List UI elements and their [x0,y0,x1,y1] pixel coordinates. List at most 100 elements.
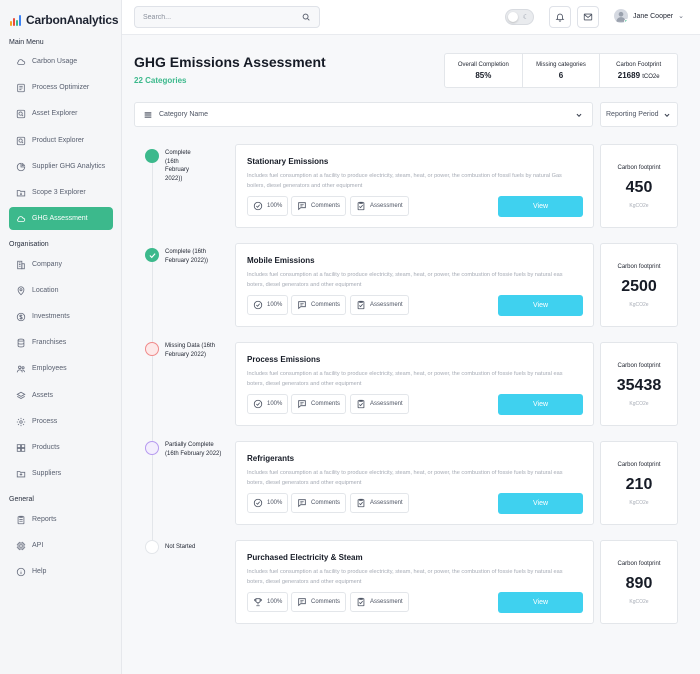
stat-label: Carbon Footprint [616,61,662,68]
status-dot-not-started [145,540,159,554]
search-icon[interactable] [301,12,311,22]
comments-label: Comments [311,401,341,407]
report-icon [17,515,25,524]
category-filter-label: Category Name [159,111,209,118]
category-status: Partially Complete (16th February 2022) [165,442,222,457]
completion-value: 100% [267,599,283,605]
sidebar-item-label: GHG Assessment [32,215,88,222]
completion-value: 100% [267,302,283,308]
location-pin-icon [17,285,25,295]
check-circle-icon [253,498,263,508]
sidebar-item-label: Product Explorer [32,137,85,144]
sidebar-item-label: Carbon Usage [32,58,78,65]
sidebar-item-label: Process Optimizer [32,84,90,91]
footprint-label: Carbon footprint [617,462,661,468]
bell-icon [555,13,565,22]
check-icon [148,252,156,258]
sidebar-item-location[interactable]: Location [9,279,113,302]
comments-button[interactable]: Comments [291,295,347,315]
sidebar-item-label: Location [32,287,59,294]
sidebar-item-ghg-assessment[interactable]: GHG Assessment [9,207,113,230]
comments-button[interactable]: Comments [291,592,347,612]
sidebar-item-employees[interactable]: Employees [9,357,113,380]
view-button[interactable]: View [498,394,583,415]
moon-icon: ☾ [522,14,529,21]
category-card: Purchased Electricity & Steam Includes f… [235,540,594,624]
theme-toggle[interactable]: ☾ [505,9,534,25]
sidebar-item-process[interactable]: Process [9,410,113,433]
sidebar-item-investments[interactable]: Investments [9,305,113,328]
info-icon [16,567,26,576]
clipboard-icon [357,498,365,508]
sidebar-item-asset-explorer[interactable]: Asset Explorer [9,102,113,125]
category-description: Includes fuel consumption at a facility … [247,371,563,387]
folder-icon [16,470,26,477]
category-card: Mobile Emissions Includes fuel consumpti… [235,243,594,327]
page-title: GHG Emissions Assessment [134,54,326,70]
assessment-button[interactable]: Assessment [350,592,409,612]
sidebar-item-product-explorer[interactable]: Product Explorer [9,129,113,152]
sidebar-item-api[interactable]: API [9,534,113,557]
footprint-label: Carbon footprint [617,363,661,369]
search-box[interactable] [134,6,320,28]
completion-value: 100% [267,500,283,506]
assessment-label: Assessment [370,203,403,209]
notifications-button[interactable] [549,6,571,28]
product-search-icon [16,136,26,145]
assessment-button[interactable]: Assessment [350,493,409,513]
process-icon [17,83,25,92]
messages-button[interactable] [577,6,599,28]
trophy-icon [254,598,262,607]
stat-overall-completion: Overall Completion 85% [445,54,523,87]
cloud-icon [17,58,26,65]
assessment-label: Assessment [370,500,403,506]
view-button[interactable]: View [498,295,583,316]
assessment-button[interactable]: Assessment [350,394,409,414]
category-filter[interactable]: Category Name [134,102,593,127]
dollar-circle-icon [16,312,26,321]
comment-icon [298,301,306,310]
sidebar-item-reports[interactable]: Reports [9,508,113,531]
users-icon [16,365,25,372]
category-card: Process Emissions Includes fuel consumpt… [235,342,594,426]
sidebar-item-supplier-ghg-analytics[interactable]: Supplier GHG Analytics [9,155,113,178]
comments-button[interactable]: Comments [291,394,347,414]
app-logo[interactable]: CarbonAnalytics [10,13,119,27]
footprint-unit: KgCO2e [629,203,649,209]
app-name: CarbonAnalytics [26,13,119,27]
sidebar-item-scope-3-explorer[interactable]: Scope 3 Explorer [9,181,113,204]
sidebar-item-products[interactable]: Products [9,436,113,459]
clipboard-icon [357,300,365,310]
gear-icon [16,417,26,426]
search-input[interactable] [143,13,301,21]
assessment-button[interactable]: Assessment [350,196,409,216]
sidebar-item-label: Scope 3 Explorer [32,189,86,196]
sidebar-item-label: Asset Explorer [32,110,78,117]
comments-button[interactable]: Comments [291,196,347,216]
status-dot-complete [145,248,159,262]
sidebar-item-assets[interactable]: Assets [9,384,113,407]
sidebar-item-process-optimizer[interactable]: Process Optimizer [9,76,113,99]
sidebar-item-carbon-usage[interactable]: Carbon Usage [9,50,113,73]
reporting-period-label: Reporting Period [606,111,659,118]
toggle-knob [508,12,518,22]
sidebar-item-suppliers[interactable]: Suppliers [9,462,113,485]
assessment-label: Assessment [370,302,403,308]
summary-stats: Overall Completion 85% Missing categorie… [444,53,678,88]
sidebar-item-company[interactable]: Company [9,253,113,276]
comment-icon [298,202,306,211]
sidebar-item-help[interactable]: Help [9,560,113,583]
view-button[interactable]: View [498,592,583,613]
chevron-down-icon [664,113,670,117]
comments-button[interactable]: Comments [291,493,347,513]
view-button[interactable]: View [498,196,583,217]
view-button[interactable]: View [498,493,583,514]
sidebar-item-label: Help [32,568,47,575]
mail-icon [583,13,593,21]
products-icon [16,443,26,452]
assessment-button[interactable]: Assessment [350,295,409,315]
sidebar-item-franchises[interactable]: Franchises [9,331,113,354]
user-menu[interactable]: Jane Cooper ⌄ [614,9,684,23]
reporting-period-filter[interactable]: Reporting Period [600,102,678,127]
category-count: 22 Categories [134,76,187,85]
